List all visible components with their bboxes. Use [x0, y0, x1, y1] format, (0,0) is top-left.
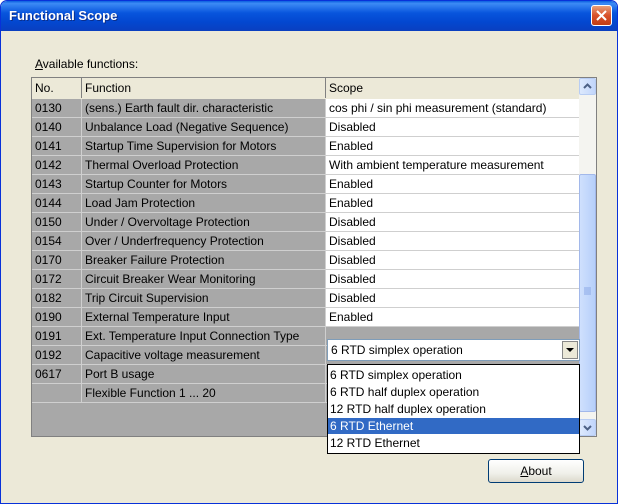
cell-scope[interactable]: Enabled — [326, 194, 579, 213]
table-row[interactable]: 0182 Trip Circuit Supervision Disabled — [32, 289, 579, 308]
table-row[interactable]: 0140 Unbalance Load (Negative Sequence) Di… — [32, 118, 579, 137]
cell-no: 0190 — [32, 308, 82, 327]
dropdown-option-selected[interactable]: 6 RTD Ethernet — [328, 418, 579, 434]
table-row[interactable]: 0170 Breaker Failure Protection Disabled — [32, 251, 579, 270]
chevron-down-icon — [583, 425, 592, 431]
table-row[interactable]: 0141 Startup Time Supervision for Motors E… — [32, 137, 579, 156]
dropdown-button[interactable] — [562, 341, 578, 359]
available-functions-label: Available functions: — [35, 57, 139, 71]
table-row[interactable]: 0143 Startup Counter for Motors Enabled — [32, 175, 579, 194]
cell-no: 0154 — [32, 232, 82, 251]
grip-icon — [584, 287, 591, 295]
cell-function: Unbalance Load (Negative Sequence) — [82, 118, 326, 137]
about-button[interactable]: About — [488, 459, 584, 483]
cell-scope[interactable]: With ambient temperature measurement — [326, 156, 579, 175]
chevron-up-icon — [583, 83, 592, 89]
dropdown-option[interactable]: 12 RTD Ethernet — [328, 435, 579, 451]
cell-no: 0182 — [32, 289, 82, 308]
table-row[interactable]: 0142 Thermal Overload Protection With ambi… — [32, 156, 579, 175]
cell-no: 0142 — [32, 156, 82, 175]
window-title: Functional Scope — [9, 8, 118, 23]
cell-no: 0170 — [32, 251, 82, 270]
cell-scope[interactable]: cos phi / sin phi measurement (standard) — [326, 99, 579, 118]
table-row[interactable]: 0130 (sens.) Earth fault dir. characteris… — [32, 99, 579, 118]
cell-function: Ext. Temperature Input Connection Type — [82, 327, 326, 346]
cell-function: External Temperature Input — [82, 308, 326, 327]
cell-scope[interactable]: Disabled — [326, 213, 579, 232]
cell-function: Trip Circuit Supervision — [82, 289, 326, 308]
header-no[interactable]: No. — [32, 78, 82, 98]
cell-scope[interactable]: Disabled — [326, 289, 579, 308]
dialog-window: Functional Scope Available functions: No… — [0, 0, 618, 504]
close-icon — [596, 10, 607, 21]
connection-type-dropdown: 6 RTD simplex operation 6 RTD half duple… — [327, 364, 580, 454]
cell-no: 0140 — [32, 118, 82, 137]
dropdown-option[interactable]: 6 RTD half duplex operation — [328, 384, 579, 400]
table-row[interactable]: 0154 Over / Underfrequency Protection Disa… — [32, 232, 579, 251]
cell-function: Under / Overvoltage Protection — [82, 213, 326, 232]
cell-scope[interactable]: Enabled — [326, 137, 579, 156]
table-row[interactable]: 0190 External Temperature Input Enabled — [32, 308, 579, 327]
cell-function: Startup Time Supervision for Motors — [82, 137, 326, 156]
table-row[interactable]: 0150 Under / Overvoltage Protection Disabl… — [32, 213, 579, 232]
cell-function: (sens.) Earth fault dir. characteristic — [82, 99, 326, 118]
cell-no: 0144 — [32, 194, 82, 213]
dropdown-option[interactable]: 6 RTD simplex operation — [328, 367, 579, 383]
scroll-up-button[interactable] — [579, 78, 596, 95]
cell-no: 0150 — [32, 213, 82, 232]
header-scope[interactable]: Scope — [326, 78, 579, 98]
cell-no: 0172 — [32, 270, 82, 289]
cell-no: 0130 — [32, 99, 82, 118]
title-bar[interactable]: Functional Scope — [1, 1, 617, 31]
cell-no: 0143 — [32, 175, 82, 194]
vertical-scrollbar[interactable] — [579, 78, 596, 436]
cell-no — [32, 384, 82, 403]
cell-scope[interactable]: Disabled — [326, 232, 579, 251]
cell-no: 0192 — [32, 346, 82, 365]
cell-function: Load Jam Protection — [82, 194, 326, 213]
scroll-down-button[interactable] — [579, 419, 596, 436]
cell-no: 0617 — [32, 365, 82, 384]
cell-function: Capacitive voltage measurement — [82, 346, 326, 365]
table-row[interactable]: 0144 Load Jam Protection Enabled — [32, 194, 579, 213]
cell-scope[interactable]: Disabled — [326, 251, 579, 270]
cell-function: Port B usage — [82, 365, 326, 384]
close-button[interactable] — [591, 5, 612, 26]
cell-function: Circuit Breaker Wear Monitoring — [82, 270, 326, 289]
header-function[interactable]: Function — [82, 78, 326, 98]
cell-scope[interactable]: Enabled — [326, 308, 579, 327]
cell-function: Over / Underfrequency Protection — [82, 232, 326, 251]
cell-no: 0141 — [32, 137, 82, 156]
connection-type-value: 6 RTD simplex operation — [331, 343, 463, 357]
scroll-thumb[interactable] — [579, 174, 596, 412]
cell-no: 0191 — [32, 327, 82, 346]
cell-scope[interactable]: Disabled — [326, 270, 579, 289]
table-header: No. Function Scope — [32, 78, 579, 100]
table-row[interactable]: 0172 Circuit Breaker Wear Monitoring Disab… — [32, 270, 579, 289]
dropdown-option[interactable]: 12 RTD half duplex operation — [328, 401, 579, 417]
cell-scope[interactable]: Disabled — [326, 118, 579, 137]
cell-function: Flexible Function 1 ... 20 — [82, 384, 326, 403]
triangle-down-icon — [566, 348, 574, 352]
connection-type-select[interactable]: 6 RTD simplex operation — [327, 339, 580, 361]
cell-function: Thermal Overload Protection — [82, 156, 326, 175]
cell-function: Startup Counter for Motors — [82, 175, 326, 194]
cell-function: Breaker Failure Protection — [82, 251, 326, 270]
cell-scope[interactable]: Enabled — [326, 175, 579, 194]
